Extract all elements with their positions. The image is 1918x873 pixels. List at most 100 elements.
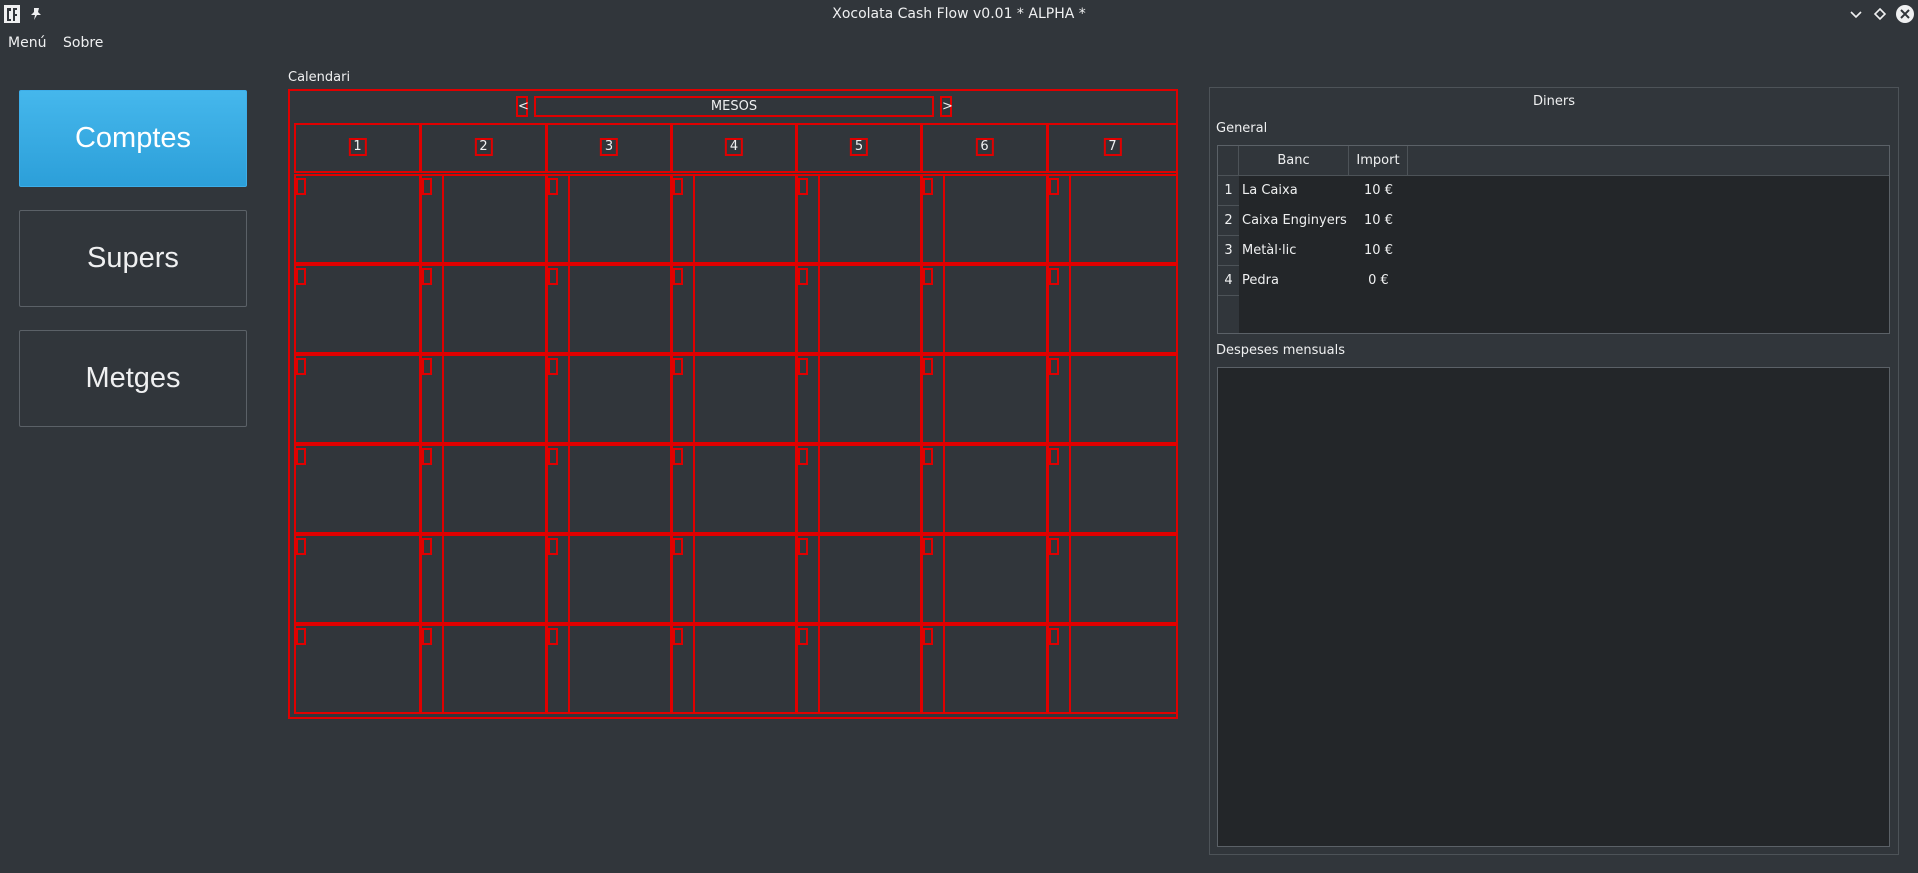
cell-divider: [1069, 176, 1071, 262]
cell-divider: [442, 266, 444, 352]
calendar-day-cell[interactable]: [671, 624, 797, 714]
comptes-button[interactable]: Comptes: [19, 90, 247, 187]
menu-item-menu[interactable]: Menú: [8, 35, 46, 51]
day-marker: [1049, 178, 1059, 195]
maximize-icon[interactable]: [1872, 6, 1888, 22]
calendar-day-cell[interactable]: [1047, 174, 1178, 264]
row-header-empty: [1218, 296, 1239, 333]
calendar-day-cell[interactable]: [546, 444, 672, 534]
prev-month-button[interactable]: <: [516, 96, 529, 117]
calendar-day-cell[interactable]: [420, 444, 547, 534]
minimize-icon[interactable]: [1848, 6, 1864, 22]
calendar-day-cell[interactable]: [420, 534, 547, 624]
cell-divider: [442, 356, 444, 442]
cell-divider: [693, 626, 695, 712]
calendar-day-cell[interactable]: [294, 534, 421, 624]
cell-divider: [693, 176, 695, 262]
day-marker: [798, 628, 808, 645]
day-marker: [798, 538, 808, 555]
calendar-day-cell[interactable]: [796, 624, 922, 714]
menu-item-sobre[interactable]: Sobre: [63, 35, 103, 51]
close-icon[interactable]: [1895, 4, 1915, 24]
calendar-day-cell[interactable]: [546, 354, 672, 444]
day-header: 5: [796, 123, 922, 173]
day-marker: [673, 268, 683, 285]
calendar-day-cell[interactable]: [671, 264, 797, 354]
calendar-day-cell[interactable]: [921, 354, 1048, 444]
calendar-day-cell[interactable]: [671, 534, 797, 624]
supers-button[interactable]: Supers: [19, 210, 247, 307]
day-marker: [923, 268, 933, 285]
cell-divider: [693, 446, 695, 532]
day-header: 4: [671, 123, 797, 173]
cell-divider: [568, 266, 570, 352]
calendar-day-cell[interactable]: [921, 444, 1048, 534]
calendar-day-cell[interactable]: [796, 444, 922, 534]
calendar-day-cell[interactable]: [1047, 444, 1178, 534]
bank-name-cell[interactable]: Caixa Enginyers: [1242, 206, 1349, 236]
calendar-day-cell[interactable]: [1047, 624, 1178, 714]
bank-name-cell[interactable]: Pedra: [1242, 266, 1349, 296]
monthly-expenses-area[interactable]: [1217, 367, 1890, 847]
row-header[interactable]: 1: [1218, 176, 1239, 206]
bank-name-cell[interactable]: La Caixa: [1242, 176, 1349, 206]
calendar-day-cell[interactable]: [420, 174, 547, 264]
column-header-banc[interactable]: Banc: [1239, 146, 1349, 176]
calendar-day-cell[interactable]: [921, 624, 1048, 714]
calendar-day-cell[interactable]: [1047, 264, 1178, 354]
cell-divider: [568, 536, 570, 622]
bank-name-cell[interactable]: Metàl·lic: [1242, 236, 1349, 266]
calendar-day-cell[interactable]: [546, 264, 672, 354]
calendar-day-cell[interactable]: [294, 624, 421, 714]
cell-divider: [693, 356, 695, 442]
calendar-day-cell[interactable]: [1047, 534, 1178, 624]
calendar-day-cell[interactable]: [671, 354, 797, 444]
amount-cell[interactable]: 10 €: [1349, 236, 1408, 266]
day-marker: [923, 628, 933, 645]
cell-divider: [442, 176, 444, 262]
day-marker: [422, 268, 432, 285]
calendar-day-cell[interactable]: [420, 264, 547, 354]
calendar-day-cell[interactable]: [546, 174, 672, 264]
row-header[interactable]: 3: [1218, 236, 1239, 266]
calendar-day-cell[interactable]: [294, 354, 421, 444]
cell-divider: [568, 626, 570, 712]
metges-button[interactable]: Metges: [19, 330, 247, 427]
calendar-day-cell[interactable]: [546, 624, 672, 714]
calendar-day-cell[interactable]: [921, 264, 1048, 354]
calendar-day-cell[interactable]: [294, 444, 421, 534]
table-corner: [1218, 146, 1239, 176]
row-header[interactable]: 2: [1218, 206, 1239, 236]
day-header: 6: [921, 123, 1048, 173]
cell-divider: [568, 356, 570, 442]
cell-divider: [943, 356, 945, 442]
column-header-import[interactable]: Import: [1349, 146, 1408, 176]
day-marker: [422, 448, 432, 465]
calendar-day-cell[interactable]: [546, 534, 672, 624]
calendar-day-cell[interactable]: [294, 264, 421, 354]
calendar-day-cell[interactable]: [1047, 354, 1178, 444]
amount-cell[interactable]: 10 €: [1349, 176, 1408, 206]
day-marker: [1049, 358, 1059, 375]
calendar-day-cell[interactable]: [921, 174, 1048, 264]
calendar-day-cell[interactable]: [921, 534, 1048, 624]
next-month-button[interactable]: >: [940, 96, 953, 117]
cell-divider: [1069, 266, 1071, 352]
row-header[interactable]: 4: [1218, 266, 1239, 296]
amount-cell[interactable]: 10 €: [1349, 206, 1408, 236]
amount-cell[interactable]: 0 €: [1349, 266, 1408, 296]
calendar-day-cell[interactable]: [796, 264, 922, 354]
day-marker: [673, 358, 683, 375]
calendar-day-cell[interactable]: [420, 354, 547, 444]
calendar-day-cell[interactable]: [420, 624, 547, 714]
title-bar: Xocolata Cash Flow v0.01 * ALPHA *: [0, 0, 1918, 29]
calendar-day-cell[interactable]: [671, 444, 797, 534]
calendar-day-cell[interactable]: [796, 174, 922, 264]
day-number: 2: [474, 138, 493, 156]
day-marker: [548, 268, 558, 285]
calendar-day-cell[interactable]: [796, 354, 922, 444]
calendar-day-cell[interactable]: [671, 174, 797, 264]
cell-divider: [943, 266, 945, 352]
calendar-day-cell[interactable]: [294, 174, 421, 264]
calendar-day-cell[interactable]: [796, 534, 922, 624]
